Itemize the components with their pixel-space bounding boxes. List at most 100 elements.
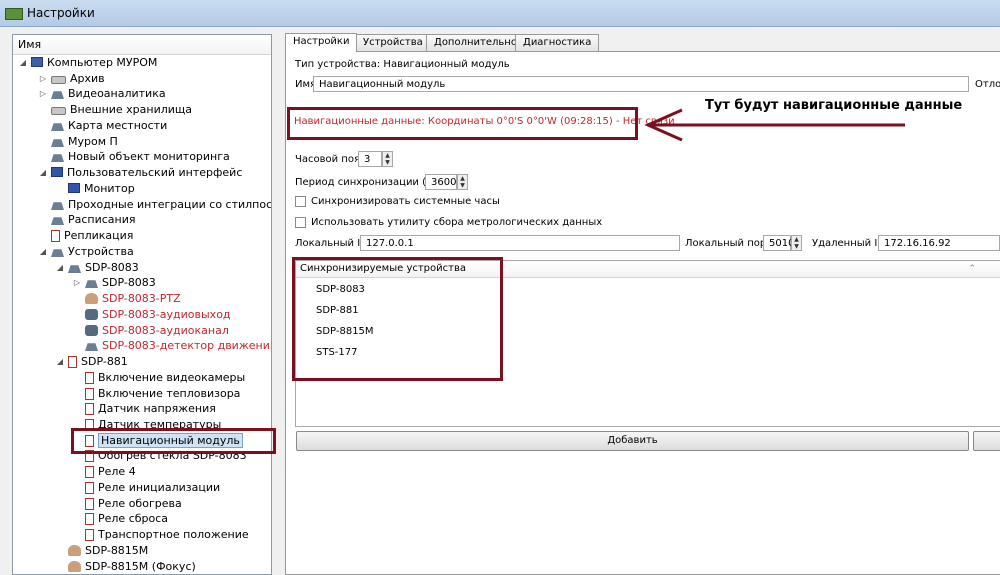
window-title: Настройки: [27, 6, 95, 20]
metrology-label: Использовать утилиту сбора метрологическ…: [311, 217, 603, 228]
collapsed-arrow-icon[interactable]: ▷: [71, 275, 83, 290]
drive-icon: [51, 76, 66, 84]
tree-item-init-relay[interactable]: Реле инициализации: [71, 480, 220, 495]
remote-ip-field[interactable]: 172.16.16.92: [878, 235, 1000, 251]
tab-advanced[interactable]: Дополнительно: [426, 34, 525, 51]
tree-item-sdp-8815m[interactable]: SDP-8815M: [54, 543, 148, 558]
expanded-arrow-icon[interactable]: ◢: [37, 244, 49, 259]
motion-detector-icon: [85, 343, 98, 351]
local-port-spinner[interactable]: ▲ ▼: [791, 235, 802, 251]
highlight-sync-devices: [292, 257, 503, 381]
sync-clock-checkbox[interactable]: [295, 196, 306, 207]
replication-icon: [51, 230, 60, 242]
relay-icon: [85, 482, 94, 494]
relay-icon: [85, 372, 94, 384]
tree-item-new-object[interactable]: Новый объект мониторинга: [37, 149, 230, 164]
secondary-button[interactable]: [973, 431, 1000, 451]
monitor-icon: [68, 183, 80, 193]
tree-item-murom-p[interactable]: Муром П: [37, 134, 118, 149]
local-ip-field[interactable]: 127.0.0.1: [360, 235, 680, 251]
monitor-icon: [51, 167, 63, 177]
tree-item-voltage-sensor[interactable]: Датчик напряжения: [71, 401, 216, 416]
tree-item-archive[interactable]: ▷ Архив: [37, 71, 105, 86]
relay-icon: [85, 388, 94, 400]
sync-period-spinner[interactable]: ▲ ▼: [457, 174, 468, 190]
analytics-icon: [51, 91, 64, 99]
tab-devices[interactable]: Устройства: [355, 34, 431, 51]
tree-item-sdp-8083[interactable]: ◢ SDP-8083: [54, 260, 139, 275]
sensor-icon: [85, 403, 94, 415]
tree-item-thermal-power[interactable]: Включение тепловизора: [71, 386, 240, 401]
tree-item-devices[interactable]: ◢ Устройства: [37, 244, 134, 259]
camera-icon: [68, 545, 81, 556]
deferred-label: Отлож: [975, 79, 1000, 90]
tree-item-sdp-8083-audio-channel[interactable]: SDP-8083-аудиоканал: [71, 323, 229, 338]
tree-item-sdp-8815m-focus[interactable]: SDP-8815M (Фокус): [54, 559, 196, 574]
expanded-arrow-icon[interactable]: ◢: [17, 55, 29, 70]
tree-item-camera-power[interactable]: Включение видеокамеры: [71, 370, 245, 385]
integration-icon: [51, 202, 64, 210]
drive-icon: [51, 107, 66, 115]
collapsed-arrow-icon[interactable]: ▷: [37, 71, 49, 86]
expanded-arrow-icon[interactable]: ◢: [54, 354, 66, 369]
device-type-label: Тип устройства: Навигационный модуль: [295, 59, 510, 70]
tab-diagnostics[interactable]: Диагностика: [515, 34, 600, 51]
camera-icon: [68, 265, 81, 273]
tree-item-integrations[interactable]: Проходные интеграции со стилпостом: [37, 197, 271, 212]
local-port-field[interactable]: 5010: [763, 235, 794, 251]
sync-period-field[interactable]: 3600: [425, 174, 457, 190]
highlight-nav-data: [287, 107, 638, 140]
timezone-field[interactable]: 3: [358, 151, 382, 167]
annotation-arrow-icon: [644, 108, 905, 142]
tree-item-monitor[interactable]: Монитор: [54, 181, 135, 196]
ptz-icon: [85, 293, 98, 304]
local-ip-label: Локальный IP: [295, 238, 367, 249]
tree-item-reset-relay[interactable]: Реле сброса: [71, 511, 168, 526]
schedule-icon: [51, 217, 64, 225]
camera-icon: [68, 561, 81, 572]
tree-item-heating-relay[interactable]: Реле обогрева: [71, 496, 182, 511]
tree-item-schedules[interactable]: Расписания: [37, 212, 136, 227]
tree-header: Имя: [13, 35, 271, 55]
app-icon: [5, 8, 23, 20]
relay-icon: [85, 498, 94, 510]
controller-icon: [68, 356, 77, 368]
tree-item-sdp-8083-ptz[interactable]: SDP-8083-PTZ: [71, 291, 181, 306]
sort-icon[interactable]: ⌃: [968, 261, 976, 277]
collapsed-arrow-icon[interactable]: ▷: [37, 86, 49, 101]
expanded-arrow-icon[interactable]: ◢: [37, 165, 49, 180]
tree-item-map[interactable]: Карта местности: [37, 118, 167, 133]
audio-output-icon: [85, 309, 98, 320]
object-icon: [51, 139, 64, 147]
highlight-nav-module: [71, 428, 276, 454]
tree-item-sdp-8083-motion[interactable]: SDP-8083-детектор движения: [71, 338, 271, 353]
local-port-label: Локальный порт: [685, 238, 773, 249]
camera-icon: [85, 280, 98, 288]
map-icon: [51, 123, 64, 131]
tree-item-transport-position[interactable]: Транспортное положение: [71, 527, 249, 542]
add-button[interactable]: Добавить: [296, 431, 969, 451]
relay-icon: [85, 529, 94, 541]
tree-item-computer[interactable]: ◢ Компьютер МУРОМ: [17, 55, 157, 70]
relay-icon: [85, 466, 94, 478]
name-field[interactable]: Навигационный модуль: [313, 76, 969, 92]
remote-ip-label: Удаленный IP: [812, 238, 884, 249]
expanded-arrow-icon[interactable]: ◢: [54, 260, 66, 275]
relay-icon: [85, 513, 94, 525]
devices-icon: [51, 249, 64, 257]
device-tree[interactable]: Имя ◢ Компьютер МУРОМ ▷ Архив ▷ Видеоаналит…: [12, 34, 272, 575]
timezone-spinner[interactable]: ▲ ▼: [382, 151, 393, 167]
tree-item-user-interface[interactable]: ◢ Пользовательский интерфейс: [37, 165, 242, 180]
tree-item-replication[interactable]: Репликация: [37, 228, 133, 243]
sync-clock-label: Синхронизировать системные часы: [311, 196, 500, 207]
tree-item-relay-4[interactable]: Реле 4: [71, 464, 136, 479]
tree-item-sdp-8083-audio-out[interactable]: SDP-8083-аудиовыход: [71, 307, 231, 322]
tree-item-video-analytics[interactable]: ▷ Видеоаналитика: [37, 86, 166, 101]
metrology-checkbox[interactable]: [295, 217, 306, 228]
tree-item-sdp-8083-child[interactable]: ▷ SDP-8083: [71, 275, 156, 290]
tab-settings[interactable]: Настройки: [285, 33, 358, 52]
audio-channel-icon: [85, 325, 98, 336]
object-icon: [51, 154, 64, 162]
tree-item-sdp-881[interactable]: ◢ SDP-881: [54, 354, 128, 369]
tree-item-external-storage[interactable]: Внешние хранилища: [37, 102, 192, 117]
